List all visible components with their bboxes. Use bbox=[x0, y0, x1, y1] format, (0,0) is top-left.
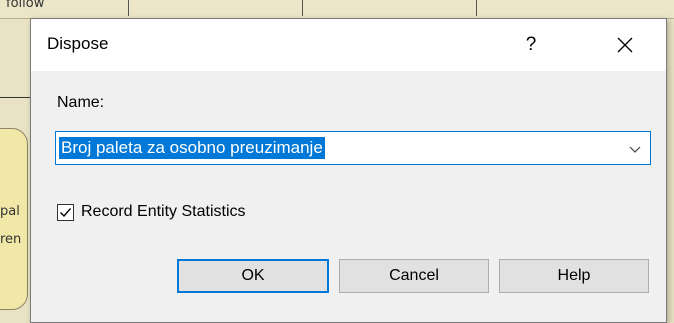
close-icon[interactable] bbox=[599, 25, 651, 65]
background-divider bbox=[476, 0, 477, 16]
background-module-text: ren bbox=[0, 232, 22, 247]
record-statistics-option[interactable]: Record Entity Statistics bbox=[57, 203, 246, 221]
dialog-title: Dispose bbox=[47, 34, 109, 53]
dispose-dialog: Dispose ? Name: Broj paleta za osobno pr… bbox=[30, 18, 667, 323]
background-divider bbox=[302, 0, 303, 16]
name-input[interactable]: Broj paleta za osobno preuzimanje bbox=[59, 137, 325, 159]
dialog-titlebar[interactable]: Dispose ? bbox=[31, 19, 666, 71]
cancel-button[interactable]: Cancel bbox=[339, 259, 489, 293]
checkmark-icon bbox=[60, 207, 72, 217]
background-toolbar: follow bbox=[0, 0, 674, 19]
record-statistics-label: Record Entity Statistics bbox=[81, 203, 246, 220]
background-module-shape bbox=[0, 128, 28, 310]
background-connector bbox=[0, 97, 30, 98]
background-divider bbox=[128, 0, 129, 16]
record-statistics-checkbox[interactable] bbox=[57, 203, 74, 221]
background-label: follow bbox=[6, 0, 45, 11]
chevron-down-icon[interactable] bbox=[628, 141, 642, 155]
name-label: Name: bbox=[57, 94, 105, 111]
background-module-text: pal bbox=[0, 204, 20, 219]
ok-button[interactable]: OK bbox=[177, 259, 329, 293]
name-combobox[interactable]: Broj paleta za osobno preuzimanje bbox=[55, 131, 651, 165]
help-button[interactable]: Help bbox=[499, 259, 649, 293]
help-icon[interactable]: ? bbox=[509, 25, 553, 65]
